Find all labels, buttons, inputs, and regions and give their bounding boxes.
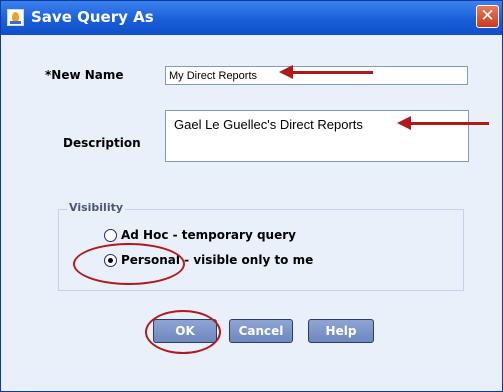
close-icon: ✕	[480, 6, 495, 26]
java-app-icon	[7, 9, 24, 26]
title-bar: Save Query As ✕	[1, 1, 502, 35]
annotation-ellipse-personal	[73, 243, 185, 285]
new-name-label: *New Name	[45, 68, 124, 82]
help-button[interactable]: Help	[308, 319, 374, 343]
annotation-arrow-description	[397, 116, 489, 130]
cancel-button[interactable]: Cancel	[229, 319, 293, 343]
annotation-arrow-name	[279, 65, 373, 79]
save-query-dialog: Save Query As ✕ *New Name My Direct Repo…	[0, 0, 503, 392]
radio-ad-hoc[interactable]	[104, 229, 117, 242]
new-name-field[interactable]: My Direct Reports	[165, 66, 468, 85]
close-button[interactable]: ✕	[476, 5, 499, 28]
radio-ad-hoc-label[interactable]: Ad Hoc - temporary query	[121, 228, 296, 242]
annotation-ellipse-ok	[145, 310, 221, 354]
description-label: Description	[63, 136, 141, 150]
dialog-title: Save Query As	[31, 8, 154, 26]
description-field[interactable]: Gael Le Guellec's Direct Reports	[165, 110, 469, 162]
visibility-title: Visibility	[67, 201, 126, 214]
